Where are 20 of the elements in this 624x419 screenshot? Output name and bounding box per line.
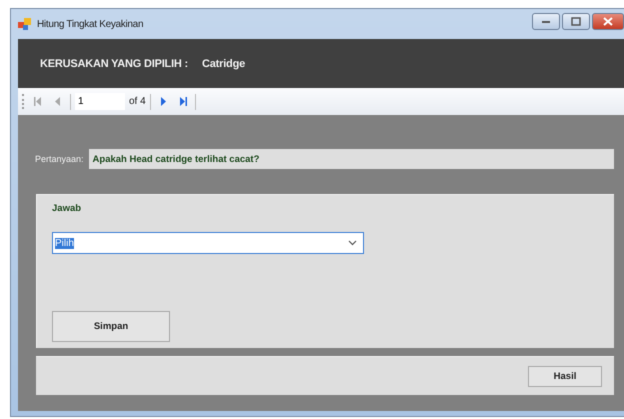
close-button[interactable] [592,13,624,30]
answer-label: Jawab [52,203,82,214]
maximize-icon [571,17,581,26]
header-label: KERUSAKAN YANG DIPILIH : [40,58,188,70]
question-field: Apakah Head catridge terlihat cacat? [88,149,614,169]
answer-dropdown[interactable]: Pilih [52,232,364,254]
chevron-icon [348,240,357,246]
result-button[interactable]: Hasil [528,366,602,386]
grip-icon [22,94,26,109]
question-label: Pertanyaan: [35,154,84,164]
maximize-button[interactable] [562,13,590,30]
minimize-button[interactable] [532,13,560,30]
record-count: of 4 [129,96,146,107]
minimize-icon [541,20,551,24]
header-value: Catridge [202,58,246,70]
position-field[interactable]: 1 [75,93,125,110]
app-icon [18,18,32,30]
close-icon [603,17,613,26]
save-button[interactable]: Simpan [52,311,170,342]
window-title: Hitung Tingkat Keyakinan [37,18,144,30]
